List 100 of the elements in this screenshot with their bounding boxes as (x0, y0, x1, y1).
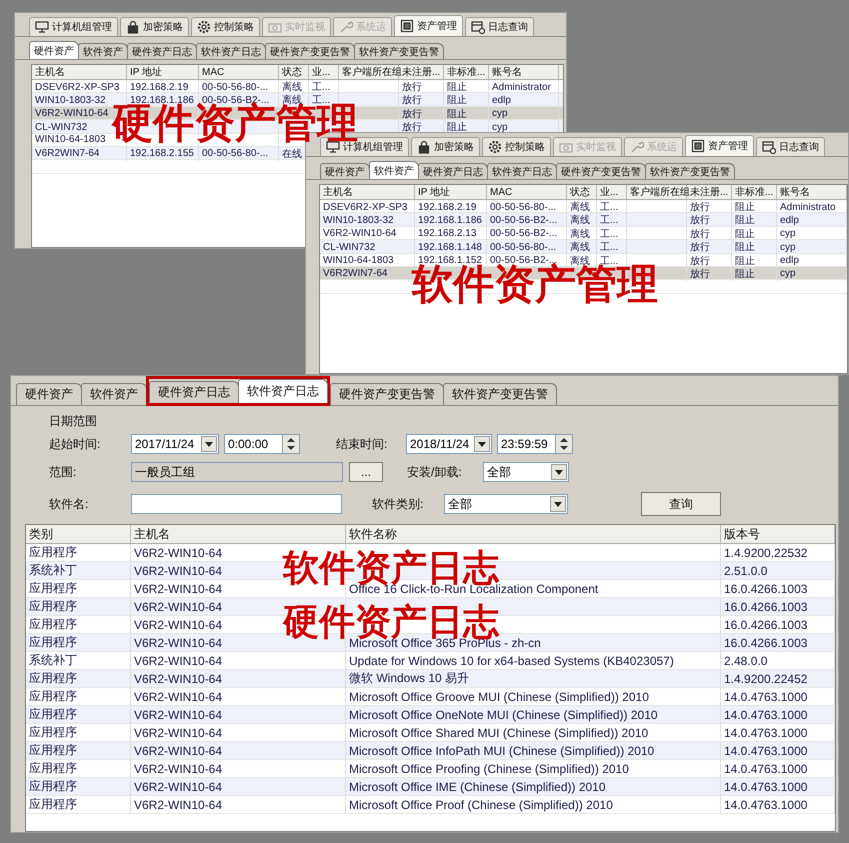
column-header[interactable]: 非标准... (732, 185, 777, 199)
dropdown-button[interactable] (551, 464, 567, 480)
column-header[interactable]: 版本号 (721, 525, 835, 543)
main-tab[interactable]: 加密策略 (411, 137, 480, 156)
sub-tab[interactable]: 硬件资产 (16, 383, 82, 405)
column-header[interactable]: 账号名 (777, 185, 847, 199)
field-label: 安装/卸载: (407, 464, 463, 480)
sub-tab[interactable]: 软件资产 (369, 161, 419, 179)
main-tab[interactable]: 资产管理 (685, 135, 754, 156)
column-header[interactable]: MAC (487, 185, 567, 199)
sub-tab[interactable]: 硬件资产变更告警 (556, 163, 646, 179)
main-tab[interactable]: 加密策略 (120, 17, 189, 36)
sub-tab[interactable]: 软件资产变更告警 (443, 383, 557, 405)
column-header[interactable]: 状态 (279, 65, 309, 79)
column-header[interactable]: IP 地址 (415, 185, 487, 199)
table-row[interactable]: 应用程序 V6R2-WIN10-64 微软 Windows 10 易升 1.4.9200.22452 (26, 670, 835, 688)
column-header[interactable]: 软件名称 (346, 525, 721, 543)
spinner-icon[interactable] (287, 437, 295, 451)
column-header[interactable]: 主机名 (32, 65, 127, 79)
table-row[interactable]: 应用程序 V6R2-WIN10-64 Microsoft Office IME (Chinese (Simplified)) 2010 14.0.4763.1000 (26, 778, 835, 796)
browse-button[interactable]: ... (349, 462, 383, 482)
dropdown-button[interactable] (474, 436, 490, 452)
sub-tab[interactable]: 软件资产 (78, 43, 128, 59)
wrench-icon (630, 140, 644, 154)
table-cell: 16.0.4266.1003 (721, 580, 835, 597)
table-cell: 14.0.4763.1000 (721, 742, 835, 759)
computer-icon (35, 20, 49, 34)
scope-field[interactable]: 一般员工组 (131, 462, 343, 482)
table-cell: 应用程序 (26, 706, 131, 723)
table-row[interactable]: 应用程序 V6R2-WIN10-64 Microsoft Office Groove MUI (Chinese (Simplified)) 2010 14.0.4763.1000 (26, 688, 835, 706)
main-tab[interactable]: 计算机组管理 (29, 17, 118, 36)
caret-icon (205, 442, 213, 446)
table-cell: 应用程序 (26, 742, 131, 759)
column-header[interactable]: MAC (199, 65, 279, 79)
main-tab[interactable]: 资产管理 (394, 15, 463, 36)
date-picker[interactable]: 2017/11/24 (131, 434, 219, 454)
column-header[interactable]: 业... (309, 65, 339, 79)
column-header[interactable]: 类别 (26, 525, 131, 543)
frame-icon (400, 19, 414, 33)
computer-icon (326, 140, 340, 154)
table-row[interactable]: 系统补丁 V6R2-WIN10-64 Update for Windows 10 for x64-based Systems (KB4023057) 2.48.0.0 (26, 652, 835, 670)
sub-tab[interactable]: 硬件资产日志 (149, 381, 239, 403)
table-cell: V6R2-WIN10-64 (131, 724, 346, 741)
table-row[interactable]: 应用程序 V6R2-WIN10-64 Microsoft Office Proof (Chinese (Simplified)) 2010 14.0.4763.1000 (26, 796, 835, 814)
table-cell: Microsoft Office Shared MUI (Chinese (Simplified)) 2010 (346, 724, 721, 741)
column-header[interactable]: 主机名 (131, 525, 346, 543)
main-tab[interactable]: 日志查询 (465, 17, 534, 36)
table-cell: 应用程序 (26, 616, 131, 633)
column-header[interactable]: 非标准... (444, 65, 489, 79)
sub-tab[interactable]: 硬件资产 (320, 163, 370, 179)
dropdown-button[interactable] (201, 436, 217, 452)
sub-tab[interactable]: 软件资产日志 (487, 163, 557, 179)
table-row[interactable]: 应用程序 V6R2-WIN10-64 Microsoft Office Proofing (Chinese (Simplified)) 2010 14.0.4763.1000 (26, 760, 835, 778)
query-button[interactable]: 查询 (641, 492, 721, 516)
sub-tab[interactable]: 硬件资产变更告警 (330, 383, 444, 405)
padlock-icon (126, 20, 140, 34)
table-cell: 应用程序 (26, 724, 131, 741)
main-tab[interactable]: 控制策略 (482, 137, 551, 156)
calendar-icon (762, 140, 776, 154)
table-cell: 系统补丁 (26, 562, 131, 579)
table-cell: Update for Windows 10 for x64-based Systems (KB4023057) (346, 652, 721, 669)
table-cell: 14.0.4763.1000 (721, 796, 835, 813)
column-header[interactable]: 业... (597, 185, 627, 199)
column-header[interactable]: IP 地址 (127, 65, 199, 79)
table-cell: 应用程序 (26, 778, 131, 795)
sub-tab[interactable]: 软件资产变更告警 (354, 43, 444, 59)
sub-tab[interactable]: 硬件资产日志 (127, 43, 197, 59)
sub-tab[interactable]: 软件资产日志 (238, 379, 328, 403)
table-cell: 2.51.0.0 (721, 562, 835, 579)
sub-tab[interactable]: 软件资产日志 (196, 43, 266, 59)
time-field[interactable]: 0:00:00 (224, 434, 300, 454)
select-field[interactable]: 全部 (483, 462, 569, 482)
input-field[interactable] (131, 494, 342, 514)
table-row[interactable]: WIN10-1803-32 192.168.1.186 00-50-56-B2-... 离线 工... 放行 阻止 edlp (320, 213, 847, 227)
column-header[interactable]: 主机名 (320, 185, 415, 199)
sub-tab[interactable]: 硬件资产变更告警 (265, 43, 355, 59)
table-cell: 16.0.4266.1003 (721, 616, 835, 633)
sub-tab[interactable]: 硬件资产日志 (418, 163, 488, 179)
table-row[interactable]: 应用程序 V6R2-WIN10-64 Microsoft Office Shared MUI (Chinese (Simplified)) 2010 14.0.4763.1000 (26, 724, 835, 742)
date-picker[interactable]: 2018/11/24 (406, 434, 492, 454)
table-row[interactable]: DSEV6R2-XP-SP3 192.168.2.19 00-50-56-80-... 离线 工... 放行 阻止 Administrato (320, 200, 847, 214)
sub-tab[interactable]: 硬件资产 (29, 41, 79, 59)
sub-tab[interactable]: 软件资产变更告警 (645, 163, 735, 179)
main-tab[interactable]: 控制策略 (191, 17, 260, 36)
column-header[interactable]: 账号名 (489, 65, 559, 79)
dropdown-button[interactable] (550, 496, 566, 512)
section-label: 日期范围 (49, 412, 98, 430)
column-header[interactable]: 状态 (567, 185, 597, 199)
caret-icon (555, 470, 563, 474)
spinner-icon[interactable] (560, 437, 568, 451)
table-row[interactable]: 应用程序 V6R2-WIN10-64 Microsoft Office InfoPath MUI (Chinese (Simplified)) 2010 14.0.4763.1000 (26, 742, 835, 760)
table-row[interactable]: V6R2-WIN10-64 192.168.2.13 00-50-56-B2-... 离线 工... 放行 阻止 cyp (320, 226, 847, 240)
select-field[interactable]: 全部 (444, 494, 568, 514)
main-tab[interactable]: 日志查询 (756, 137, 825, 156)
table-row[interactable]: CL-WIN732 192.168.1.148 00-50-56-80-... 离线 工... 放行 阻止 cyp (320, 240, 847, 254)
table-cell: V6R2-WIN10-64 (131, 652, 346, 669)
table-row[interactable]: 应用程序 V6R2-WIN10-64 Microsoft Office OneNote MUI (Chinese (Simplified)) 2010 14.0.4763.1000 (26, 706, 835, 724)
table-row[interactable]: DSEV6R2-XP-SP3 192.168.2.19 00-50-56-80-... 离线 工... 放行 阻止 Administrator (32, 80, 563, 94)
gear-icon (488, 140, 502, 154)
time-field[interactable]: 23:59:59 (497, 434, 573, 454)
